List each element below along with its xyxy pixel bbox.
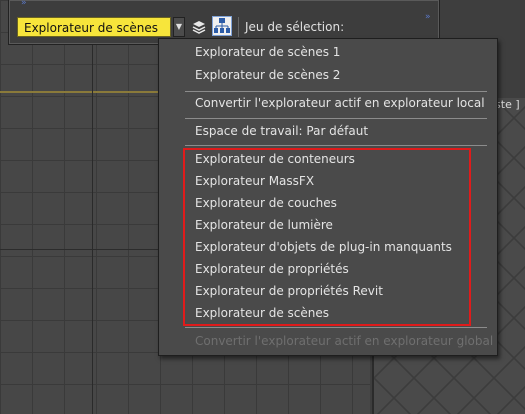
explorer-dropdown-menu: Explorateur de scènes 1 Explorateur de s… [158, 38, 498, 356]
explorer-selector[interactable]: Explorateur de scènes [17, 17, 171, 37]
menu-item-workspace[interactable]: Espace de travail: Par défaut [195, 123, 368, 139]
expand-chevrons-icon[interactable]: » [21, 0, 26, 8]
hierarchy-icon[interactable] [212, 16, 232, 36]
layers-icon[interactable] [189, 17, 209, 37]
menu-item-convert-global: Convertir l'explorateur actif en explora… [195, 334, 494, 348]
grid-axis-vertical [92, 0, 93, 414]
menu-item-convert-local[interactable]: Convertir l'explorateur actif en explora… [195, 95, 485, 111]
menu-separator [185, 91, 487, 92]
menu-separator [185, 327, 487, 328]
red-highlight-box [183, 148, 471, 326]
menu-separator [185, 118, 487, 119]
menu-separator [185, 145, 487, 146]
menu-item-scene-explorer-1[interactable]: Explorateur de scènes 1 [195, 44, 340, 60]
menu-item-scene-explorer-2[interactable]: Explorateur de scènes 2 [195, 67, 340, 83]
chevron-down-icon[interactable]: ▼ [173, 17, 185, 37]
selection-set-label[interactable]: Jeu de sélection: [238, 17, 441, 37]
